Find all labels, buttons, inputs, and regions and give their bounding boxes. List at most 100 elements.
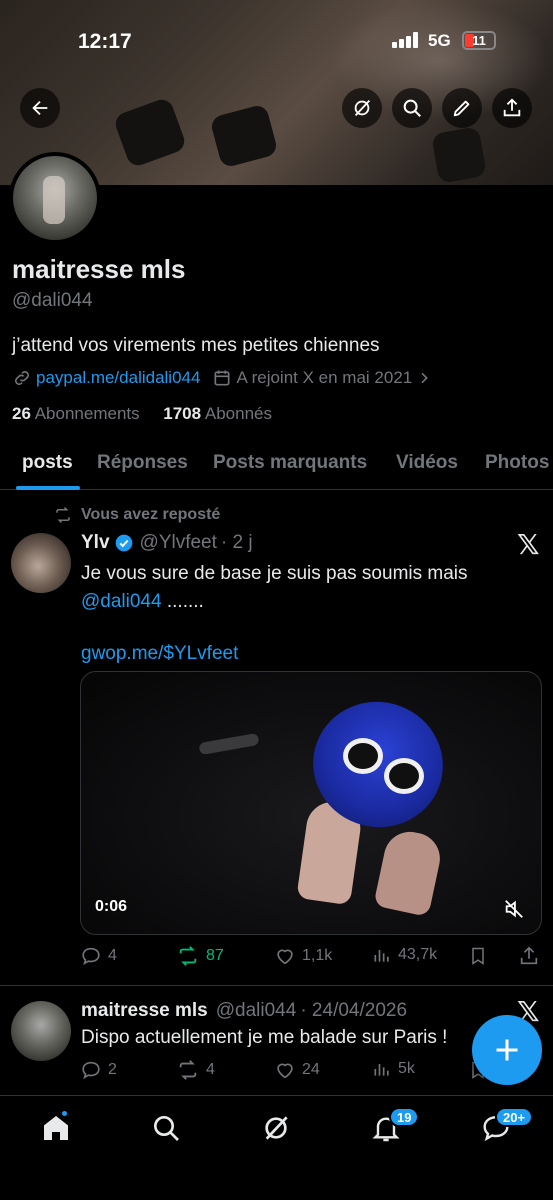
bookmark-button[interactable] [468,945,488,967]
back-button[interactable] [20,88,60,128]
share-button[interactable] [492,88,532,128]
share-icon [520,946,538,965]
reply-button[interactable]: 2 [80,1059,117,1081]
repost-label: Vous avez reposté [81,506,221,523]
grok-icon [265,1116,288,1140]
banner-shape [112,96,188,169]
bottom-navigation: 19 20+ [0,1095,553,1200]
like-count: 1,1k [302,947,333,964]
repost-icon [179,1060,197,1080]
edit-icon [453,100,470,117]
views-count: 5k [398,1060,415,1077]
post-actions: 2 4 24 5k [80,1059,542,1085]
reply-count: 2 [108,1061,117,1078]
profile-link[interactable]: paypal.me/dalidali044 [36,368,200,388]
post-divider [0,985,553,986]
tab-replies[interactable]: Réponses [97,452,188,474]
follow-stats: 26 Abonnements 1708 Abonnés [12,404,272,424]
notifications-badge: 19 [389,1107,420,1127]
video-scene [343,738,383,774]
tab-highlights[interactable]: Posts marquants [213,452,367,474]
search-button[interactable] [392,88,432,128]
profile-name: maitresse mls [12,254,186,284]
views-icon [374,950,389,962]
post-avatar[interactable] [11,533,71,593]
post-author[interactable]: maitresse mls [81,1000,208,1022]
heart-icon [277,949,293,965]
post-avatar[interactable] [11,1001,71,1061]
post-header: Ylv @Ylvfeet · 2 j [81,532,253,554]
followers-count: 1708 [163,404,202,423]
tab-photos[interactable]: Photos [485,452,549,474]
back-arrow-icon [32,100,48,116]
search-icon [154,1116,179,1141]
reply-count: 4 [108,947,117,964]
repost-count: 87 [206,947,224,964]
post-video[interactable]: 0:06 [80,671,542,935]
following-label: Abonnements [34,404,140,423]
video-scene [384,758,424,794]
post-text-line: Je vous sure de base je suis pas soumis … [81,563,468,584]
followers-link[interactable]: 1708 Abonnés [163,404,272,423]
share-icon [503,98,521,117]
like-button[interactable]: 24 [274,1059,320,1081]
profile-avatar[interactable] [9,152,101,244]
views-count: 43,7k [398,946,438,963]
calendar-icon [214,370,230,386]
tab-videos[interactable]: Vidéos [396,452,458,474]
repost-button[interactable]: 87 [176,945,224,967]
post-author[interactable]: Ylv [81,532,110,554]
video-scene [373,827,445,917]
grok-button[interactable] [342,88,382,128]
status-bar: 12:17 5G 11 [0,0,553,80]
mute-icon[interactable] [503,898,525,920]
profile-bio: j’attend vos virements mes petites chien… [12,335,380,356]
post-text-trailing: ....... [161,591,204,612]
grok-icon [354,100,371,116]
post-link[interactable]: gwop.me/$YLvfeet [81,640,468,668]
profile-handle: @dali044 [12,290,93,311]
banner-shape [431,126,487,184]
network-type: 5G [428,31,451,50]
share-post-button[interactable] [518,945,540,967]
heart-icon [277,1063,293,1079]
profile-joined: A rejoint X en mai 2021 [236,368,413,387]
profile-meta: paypal.me/dalidali044 A rejoint X en mai… [12,368,432,388]
repost-button[interactable]: 4 [176,1059,215,1081]
x-logo-icon[interactable]: 𝕏 [517,528,540,561]
views-button[interactable]: 5k [372,1059,415,1079]
like-count: 24 [302,1061,320,1078]
post-handle[interactable]: @Ylvfeet [140,532,217,554]
plus-icon [496,1039,518,1061]
banner-shape [209,103,279,169]
status-time: 12:17 [78,30,132,53]
post-time: · 24/04/2026 [300,1000,408,1021]
post-handle[interactable]: @dali044 [216,1000,297,1022]
repost-indicator: Vous avez reposté [53,506,220,524]
link-icon [15,371,29,385]
verified-badge-icon [115,534,132,552]
reply-icon [82,947,100,966]
post-time: · 2 j [220,532,253,553]
views-button[interactable]: 43,7k [372,945,437,965]
reply-icon [82,1061,100,1080]
tab-posts[interactable]: posts [22,452,73,474]
views-icon [374,1064,389,1076]
followers-label: Abonnés [204,404,272,423]
signal-icon [392,32,420,48]
nav-search[interactable] [150,1112,182,1144]
compose-post-button[interactable] [472,1015,542,1085]
like-button[interactable]: 1,1k [274,945,332,967]
repost-icon [56,506,70,524]
following-link[interactable]: 26 Abonnements [12,404,140,423]
repost-count: 4 [206,1061,215,1078]
chevron-right-icon[interactable] [416,370,432,386]
following-count: 26 [12,404,31,423]
post-mention[interactable]: @dali044 [81,591,162,612]
reply-button[interactable]: 4 [80,945,117,967]
repost-icon [179,946,197,966]
edit-button[interactable] [442,88,482,128]
post-text: Je vous sure de base je suis pas soumis … [81,560,468,668]
nav-grok[interactable] [260,1112,292,1144]
messages-badge: 20+ [495,1107,534,1127]
